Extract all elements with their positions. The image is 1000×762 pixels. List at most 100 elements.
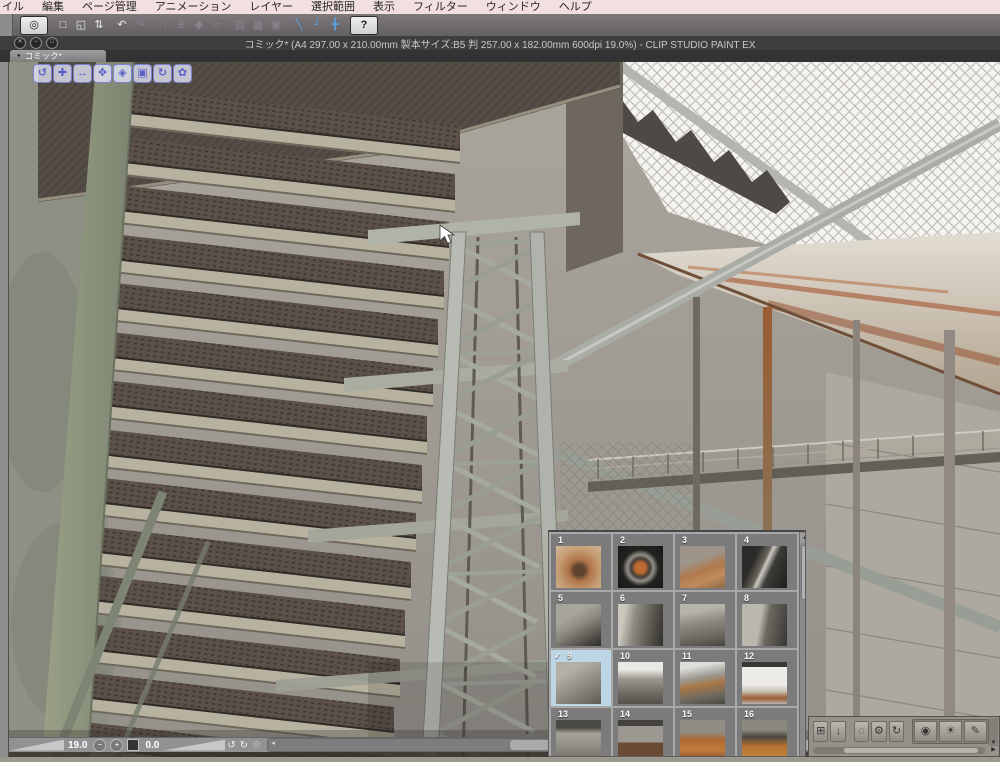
scroll-right-icon[interactable]: ▶ [989, 747, 998, 754]
angle-preview [618, 604, 663, 646]
menu-animation[interactable]: アニメーション [146, 1, 241, 14]
clip-studio-logo-button[interactable]: ◎ [20, 15, 48, 35]
camera-dolly-icon[interactable]: ↔ [73, 64, 92, 83]
menu-selection[interactable]: 選択範囲 [302, 1, 364, 14]
dock-edge [0, 14, 13, 36]
canvas-3d-scene[interactable] [0, 58, 1000, 762]
scroll-left-icon[interactable]: ◂ [268, 739, 278, 749]
fill-icon[interactable]: ◆ [191, 17, 207, 33]
snap-to-grid-icon[interactable]: ╋ [327, 17, 343, 33]
selection-b-icon[interactable]: ▩ [250, 17, 266, 33]
tab-label: コミック* [24, 51, 62, 61]
rotate-cw-icon[interactable]: ↻ [240, 740, 248, 751]
object-roll-icon[interactable]: ↻ [153, 64, 172, 83]
clip-studio-paint-window: { "menu": { "items": [ {"label": "イル"}, … [0, 0, 1000, 762]
angle-preview [680, 662, 725, 704]
menu-layer[interactable]: レイヤー [240, 1, 302, 14]
angle-thumbnail-grid: 1 2 3 4 5 6 7 8 ✓ 9 10 11 12 13 14 15 16 [549, 532, 799, 756]
rotate-ccw-icon[interactable]: ↺ [227, 740, 235, 751]
angle-preview [742, 720, 787, 756]
object-rotate-icon[interactable]: ◈ [113, 64, 132, 83]
menu-filter[interactable]: フィルター [404, 1, 477, 14]
camera-orbit-icon[interactable]: ↺ [33, 64, 52, 83]
angle-preview [680, 720, 725, 756]
angle-thumbnail-14[interactable]: 14 [613, 708, 673, 756]
panel-vertical-scrollbar[interactable]: ▼ [989, 718, 998, 746]
menu-help[interactable]: ヘルプ [550, 1, 601, 14]
object-settings-icon[interactable]: ✿ [173, 64, 192, 83]
texture-icon[interactable]: ◉ [914, 721, 938, 742]
rotate-reset-icon[interactable]: ↻ [888, 721, 905, 742]
3d-preset-angle-panel: 1 2 3 4 5 6 7 8 ✓ 9 10 11 12 13 14 15 16 … [548, 530, 806, 757]
angle-thumbnail-4[interactable]: 4 [737, 534, 797, 590]
angle-preview [556, 604, 601, 646]
drop-to-ground-icon[interactable]: ↓ [830, 721, 846, 742]
angle-thumbnail-13[interactable]: 13 [551, 708, 611, 756]
redo-icon[interactable]: ↷ [132, 17, 148, 33]
angle-thumbnail-6[interactable]: 6 [613, 592, 673, 648]
menu-window[interactable]: ウィンドウ [477, 1, 550, 14]
scrollbar-thumb[interactable] [843, 748, 979, 753]
open-file-icon[interactable]: ◱ [73, 17, 89, 33]
angle-thumbnail-3[interactable]: 3 [675, 534, 735, 590]
tab-comic[interactable]: ● コミック* [10, 50, 106, 62]
angle-thumbnail-5[interactable]: 5 [551, 592, 611, 648]
panel-horizontal-scrollbar[interactable] [813, 747, 985, 754]
canvas-tab-bar: ● コミック* [0, 50, 1000, 62]
move-icon[interactable]: ⊕ [173, 17, 189, 33]
material-edit-icon[interactable]: ✎ [964, 721, 988, 742]
reset-view-icon[interactable]: ⚙ [252, 740, 261, 751]
angle-thumbnail-15[interactable]: 15 [675, 708, 735, 756]
3d-material-toolbar: ⊞ ↓ ◌ ⚙ ↻ ◉ ☀ ✎ ▼ ▶ [808, 716, 1000, 757]
angle-thumbnail-11[interactable]: 11 [675, 650, 735, 706]
command-bar: ◎ □ ◱ ⇅ ↶ ↷ ∴ ⊕ ◆ ▱ ▨ ▩ ▣ ╲ ┘ ╋ ? [0, 14, 1000, 36]
angle-preview [556, 662, 601, 704]
selection-c-icon[interactable]: ▣ [268, 17, 284, 33]
angle-thumbnail-7[interactable]: 7 [675, 592, 735, 648]
select-parts-icon[interactable]: ◌ [853, 721, 870, 742]
angle-thumbnail-2[interactable]: 2 [613, 534, 673, 590]
undo-icon[interactable]: ↶ [114, 17, 130, 33]
menu-view[interactable]: 表示 [364, 1, 404, 14]
menu-page[interactable]: ページ管理 [73, 1, 146, 14]
angle-thumbnail-8[interactable]: 8 [737, 592, 797, 648]
object-config-icon[interactable]: ⚙ [871, 721, 887, 742]
fit-screen-icon[interactable] [127, 739, 140, 751]
scrollbar-thumb[interactable] [801, 545, 805, 600]
3d-staircase-render [0, 58, 1000, 762]
angle-thumbnail-16[interactable]: 16 [737, 708, 797, 756]
page-navigation-icon[interactable]: ⇅ [91, 17, 107, 33]
angle-thumbnail-12[interactable]: 12 [737, 650, 797, 706]
zoom-value: 19.0 [68, 739, 88, 751]
fit-view-icon[interactable]: ⊞ [813, 721, 829, 742]
angle-preview [618, 546, 663, 588]
angle-thumbnail-1[interactable]: 1 [551, 534, 611, 590]
object-perspective-icon[interactable]: ▣ [133, 64, 152, 83]
transform-icon[interactable]: ▱ [209, 17, 225, 33]
angle-thumbnail-10[interactable]: 10 [613, 650, 673, 706]
collapsed-palette-strip[interactable] [0, 36, 9, 757]
menu-edit[interactable]: 編集 [33, 1, 73, 14]
menu-file[interactable]: イル [0, 1, 33, 14]
angle-preview [742, 662, 787, 704]
camera-pan-icon[interactable]: ✚ [53, 64, 72, 83]
erase-icon[interactable]: ∴ [155, 17, 171, 33]
document-title: コミック* (A4 297.00 x 210.00mm 製本サイズ:B5 判 2… [244, 39, 756, 51]
selection-a-icon[interactable]: ▨ [232, 17, 248, 33]
help-button[interactable]: ? [350, 15, 378, 35]
scroll-down-icon[interactable]: ▼ [989, 740, 998, 746]
snap-to-special-ruler-icon[interactable]: ┘ [309, 17, 325, 33]
angle-thumbnail-9-selected[interactable]: ✓ 9 [551, 650, 611, 706]
zoom-in-icon[interactable]: + [110, 738, 124, 752]
object-move-icon[interactable]: ✥ [93, 64, 112, 83]
zoom-out-icon[interactable]: − [93, 738, 107, 752]
light-icon[interactable]: ☀ [939, 721, 963, 742]
rotation-slider[interactable] [163, 739, 226, 751]
snap-to-ruler-icon[interactable]: ╲ [291, 17, 307, 33]
angle-preview [556, 546, 601, 588]
panel-vertical-scrollbar[interactable]: ▲ [799, 532, 805, 756]
scroll-up-icon[interactable]: ▲ [800, 533, 805, 543]
zoom-slider[interactable] [10, 739, 64, 751]
new-document-icon[interactable]: □ [55, 17, 71, 33]
angle-preview [680, 546, 725, 588]
